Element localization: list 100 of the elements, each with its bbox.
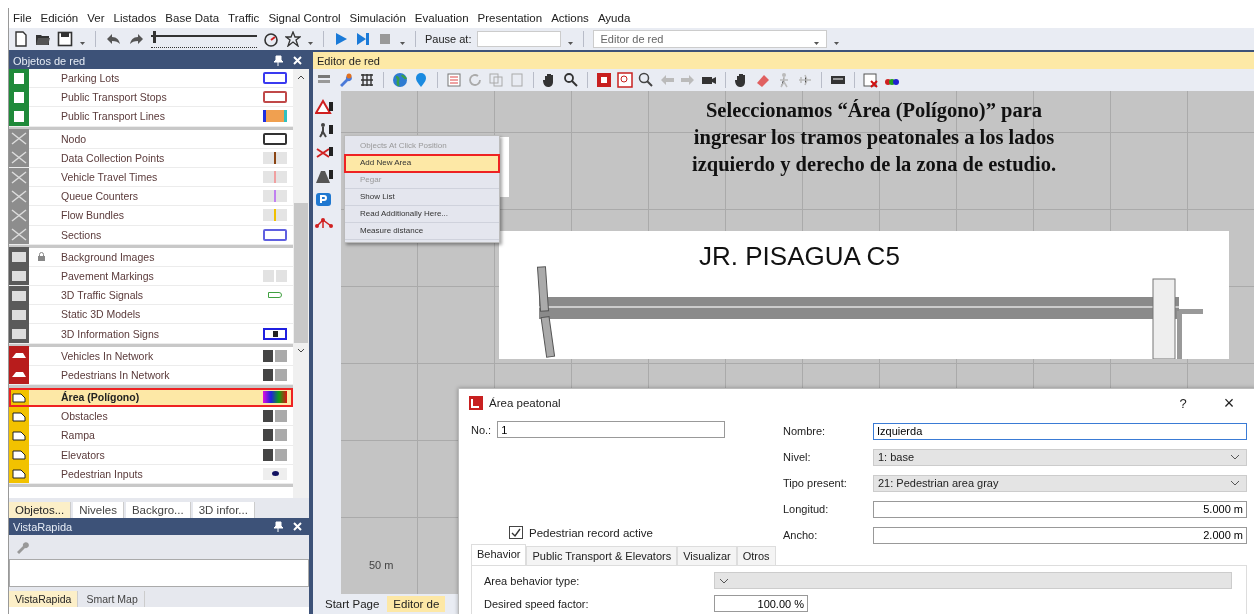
object-type-row[interactable]: Public Transport Lines: [9, 107, 293, 127]
object-type-row[interactable]: Parking Lots: [9, 69, 293, 89]
redo-arrow-icon[interactable]: [128, 31, 145, 47]
object-type-row[interactable]: Elevators: [9, 445, 293, 465]
save-icon[interactable]: [57, 31, 73, 47]
context-menu-item[interactable]: Show List: [345, 189, 499, 206]
panel-tab[interactable]: Behavior: [471, 544, 527, 565]
object-type-row[interactable]: Flow Bundles: [9, 206, 293, 226]
form-dropdown[interactable]: 1: base: [873, 448, 1247, 466]
field-label: No.:: [471, 423, 492, 436]
pause-at-field[interactable]: [477, 31, 562, 47]
caret-icon[interactable]: [399, 40, 406, 46]
map-pin-icon[interactable]: [413, 72, 429, 88]
zoom-icon[interactable]: [638, 72, 654, 88]
menu-item[interactable]: Signal Control: [268, 12, 341, 24]
menu-item[interactable]: Base Data: [165, 12, 220, 24]
pin-icon[interactable]: [273, 520, 284, 533]
zoom-icon[interactable]: [617, 72, 633, 88]
panel-tab[interactable]: Niveles: [73, 502, 124, 518]
object-type-row[interactable]: Sections: [9, 225, 293, 245]
object-type-row[interactable]: Vehicle Travel Times: [9, 167, 293, 188]
scroll-thumb[interactable]: [294, 203, 308, 343]
close-icon[interactable]: [292, 521, 303, 532]
zoom-icon[interactable]: [563, 72, 579, 88]
object-type-row[interactable]: Vehicles In Network: [9, 346, 293, 366]
caret-icon[interactable]: [79, 40, 86, 46]
menu-item[interactable]: Ver: [87, 12, 105, 24]
plan-title: JR. PISAGUA C5: [699, 241, 900, 272]
menu-item[interactable]: Evaluation: [414, 12, 469, 24]
menu-item[interactable]: File: [13, 12, 32, 24]
panel-tab[interactable]: Otros: [736, 546, 776, 565]
panel-tab[interactable]: VistaRapida: [9, 591, 79, 607]
behavior-field[interactable]: 100.00 %: [714, 595, 808, 612]
number-field[interactable]: 1: [497, 421, 726, 438]
object-type-row[interactable]: Queue Counters: [9, 187, 293, 207]
menu-item[interactable]: Edición: [40, 12, 79, 24]
star-icon[interactable]: [285, 31, 301, 47]
menu-item[interactable]: Ayuda: [597, 12, 631, 24]
close-icon[interactable]: [292, 55, 303, 66]
globe-icon[interactable]: [392, 72, 408, 88]
eraser-icon[interactable]: [755, 72, 771, 88]
object-type-row[interactable]: Data Collection Points: [9, 148, 293, 168]
object-type-row[interactable]: Rampa: [9, 426, 293, 446]
form-field[interactable]: Izquierda: [873, 422, 1247, 440]
panel-tab[interactable]: Start Page: [319, 596, 386, 612]
object-type-row[interactable]: Background Images: [9, 247, 293, 267]
menu-item[interactable]: Traffic: [228, 12, 260, 24]
menu-item[interactable]: Simulación: [349, 12, 406, 24]
form-field[interactable]: 5.000 m: [873, 500, 1247, 518]
scroll-up-icon[interactable]: [296, 73, 306, 81]
gauge-icon[interactable]: [263, 31, 279, 47]
play-icon[interactable]: [333, 31, 349, 47]
window-close-icon[interactable]: [863, 72, 879, 88]
object-type-row[interactable]: Pedestrian Inputs: [9, 464, 293, 484]
step-forward-icon[interactable]: [355, 31, 371, 47]
lock-icon[interactable]: [36, 252, 46, 262]
object-type-row[interactable]: Área (Polígono): [9, 388, 293, 408]
view-select[interactable]: Editor de red: [593, 30, 828, 48]
help-button[interactable]: ?: [1163, 391, 1203, 415]
object-type-row[interactable]: 3D Traffic Signals: [9, 286, 293, 306]
road-icon[interactable]: [315, 168, 333, 185]
caret-icon[interactable]: [833, 40, 841, 46]
menu-item[interactable]: Presentation: [477, 12, 543, 24]
speed-slider[interactable]: [151, 30, 257, 48]
checkbox[interactable]: Pedestrian record active: [509, 526, 771, 539]
object-type-row[interactable]: Static 3D Models: [9, 305, 293, 325]
object-type-row[interactable]: Pavement Markings: [9, 266, 293, 287]
annotation-text: Seleccionamos “Área (Polígono)” para ingresar los tramos peatonales a los lados izquierdo y derecho de la zona de estudio.: [690, 98, 1058, 178]
context-menu-item[interactable]: Measure distance: [345, 223, 499, 240]
panel-tab[interactable]: Visualizar: [677, 546, 737, 565]
scroll-down-icon[interactable]: [296, 347, 306, 355]
form-dropdown[interactable]: 21: Pedestrian area gray: [873, 474, 1247, 492]
form-field[interactable]: 2.000 m: [873, 526, 1247, 544]
panel-tab[interactable]: 3D infor...: [192, 502, 255, 518]
pin-icon[interactable]: [273, 54, 284, 67]
field-label: Nombre:: [783, 425, 827, 437]
new-file-icon[interactable]: [13, 31, 29, 47]
context-menu-item[interactable]: Read Additionally Here...: [345, 206, 499, 223]
caret-icon[interactable]: [307, 40, 314, 46]
panel-tab[interactable]: Backgro...: [125, 502, 191, 518]
wrench-icon[interactable]: [338, 72, 354, 88]
chevron-down-icon: [719, 577, 729, 584]
caret-icon[interactable]: [567, 40, 575, 46]
object-type-row[interactable]: Nodo: [9, 129, 293, 149]
panel-tab[interactable]: Objetos...: [9, 502, 72, 518]
clipboard-icon[interactable]: [509, 72, 525, 88]
object-type-row[interactable]: Obstacles: [9, 407, 293, 427]
context-menu-item[interactable]: Add New Area: [345, 155, 499, 172]
menu-item[interactable]: Actions: [551, 12, 589, 24]
close-button[interactable]: ×: [1209, 391, 1249, 415]
menu-item[interactable]: Listados: [113, 12, 157, 24]
object-type-row[interactable]: Pedestrians In Network: [9, 365, 293, 385]
field-label: Desired speed factor:: [484, 597, 590, 610]
panel-tab[interactable]: Editor de: [387, 596, 446, 612]
warning-sign-icon[interactable]: [315, 99, 333, 116]
panel-tab[interactable]: Public Transport & Elevators: [526, 546, 678, 565]
parking-icon[interactable]: [315, 191, 333, 208]
scrollbar[interactable]: [293, 69, 309, 498]
object-type-row[interactable]: Public Transport Stops: [9, 88, 293, 108]
object-type-row[interactable]: 3D Information Signs: [9, 324, 293, 344]
